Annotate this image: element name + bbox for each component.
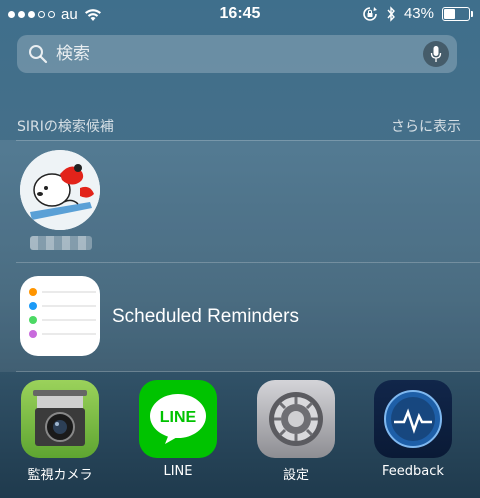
show-more-link[interactable]: さらに表示 [391, 116, 461, 136]
divider [16, 262, 480, 263]
app-line[interactable]: LINE LINE [128, 380, 228, 479]
status-right: 43% [362, 5, 473, 22]
cartoon-dog-avatar-image [20, 150, 100, 230]
app-label: LINE [163, 464, 193, 479]
rotation-lock-icon [363, 6, 377, 21]
status-bar: au 16:45 43% [0, 0, 480, 30]
app-label: 設定 [282, 468, 309, 483]
svg-text:LINE: LINE [160, 409, 197, 426]
gear-icon[interactable] [257, 380, 335, 458]
app-security-camera[interactable]: 監視カメラ [10, 380, 110, 483]
contact-avatar[interactable] [20, 150, 100, 230]
siri-suggestions-header: SIRIの検索候補 さらに表示 [17, 116, 461, 136]
app-label: Feedback [382, 464, 444, 479]
microphone-icon [430, 46, 442, 62]
contact-name-blurred: ■■■■■■ [30, 236, 92, 250]
search-input[interactable] [54, 43, 423, 65]
search-bar[interactable] [17, 35, 457, 73]
bluetooth-icon [387, 5, 395, 22]
security-camera-icon[interactable] [21, 380, 99, 458]
reminders-app-icon[interactable] [20, 276, 100, 356]
feedback-icon[interactable] [374, 380, 452, 458]
search-icon [29, 45, 48, 64]
battery-percent: 43% [403, 5, 434, 22]
app-label: 監視カメラ [27, 468, 93, 483]
line-icon[interactable]: LINE [139, 380, 217, 458]
section-title: SIRIの検索候補 [17, 119, 114, 135]
dictation-button[interactable] [423, 41, 449, 67]
app-suggestions-row: 監視カメラ LINE LINE 設定 Feedback [0, 372, 480, 498]
reminders-list-icon [29, 288, 96, 338]
app-feedback[interactable]: Feedback [363, 380, 463, 479]
divider [16, 140, 480, 141]
reminder-title[interactable]: Scheduled Reminders [112, 306, 299, 328]
battery-icon [442, 6, 473, 21]
app-settings[interactable]: 設定 [246, 380, 346, 483]
